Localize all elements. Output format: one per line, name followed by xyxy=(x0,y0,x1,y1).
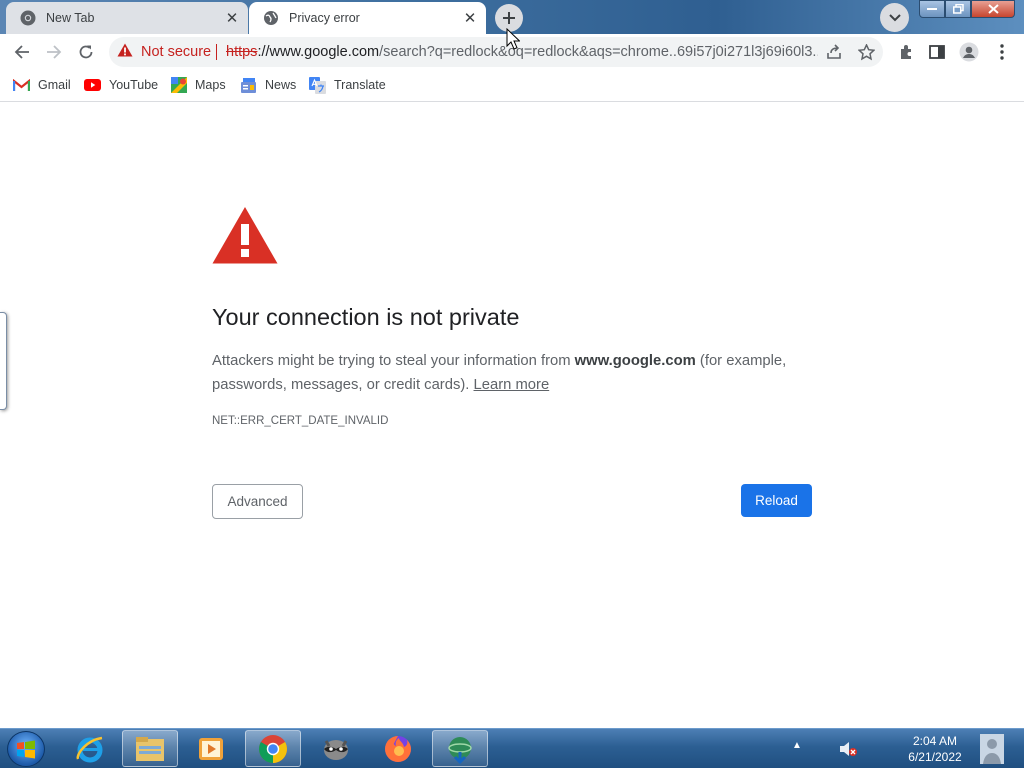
error-description: Attackers might be trying to steal your … xyxy=(212,349,816,397)
minimize-button[interactable] xyxy=(919,0,945,18)
bookmark-label: News xyxy=(265,78,297,92)
taskbar-file-explorer[interactable] xyxy=(122,730,178,767)
mouse-cursor-icon xyxy=(506,28,520,50)
bookmark-label: Gmail xyxy=(38,78,71,92)
menu-kebab-icon[interactable] xyxy=(992,42,1012,62)
gmail-icon xyxy=(13,77,30,93)
news-icon xyxy=(240,77,257,93)
bookmark-youtube[interactable]: YouTube xyxy=(84,76,158,94)
extensions-icon[interactable] xyxy=(896,42,916,62)
security-chip[interactable]: Not secure xyxy=(117,37,211,67)
bookmark-maps[interactable]: Maps xyxy=(170,76,226,94)
windows-logo-icon xyxy=(17,740,35,759)
tab-title: New Tab xyxy=(46,11,95,25)
bookmark-gmail[interactable]: Gmail xyxy=(13,76,71,94)
page-title: Your connection is not private xyxy=(212,304,520,330)
user-tray-button[interactable] xyxy=(974,730,1010,767)
translate-icon xyxy=(309,76,326,94)
bookmark-label: Maps xyxy=(195,78,226,92)
bookmark-label: YouTube xyxy=(109,78,159,92)
learn-more-link[interactable]: Learn more xyxy=(474,377,550,393)
chevron-down-icon xyxy=(888,13,901,21)
tab-new-tab[interactable]: New Tab ✕ xyxy=(6,2,248,34)
file-explorer-icon xyxy=(136,736,164,761)
chrome-icon xyxy=(259,734,287,763)
taskbar-download-manager[interactable] xyxy=(432,730,488,767)
tab-search-button[interactable] xyxy=(880,3,909,32)
windows-taskbar: ▲ 2:04 AM 6/21/2022 xyxy=(0,728,1024,768)
media-player-icon xyxy=(199,737,223,760)
taskbar-media-player[interactable] xyxy=(183,730,239,767)
description-text: Attackers might be trying to steal your … xyxy=(212,353,575,369)
interstitial-page: Your connection is not private Attackers… xyxy=(0,102,1024,728)
maximize-button[interactable] xyxy=(945,0,971,18)
window-controls xyxy=(919,0,1015,20)
internet-explorer-icon xyxy=(76,736,103,762)
error-code: NET::ERR_CERT_DATE_INVALID xyxy=(212,415,389,427)
taskbar-raccoon-app[interactable] xyxy=(308,730,364,767)
download-manager-icon xyxy=(448,736,472,764)
show-hidden-icons-icon[interactable]: ▲ xyxy=(792,740,802,751)
back-button[interactable] xyxy=(8,38,36,66)
bookmarks-bar: Gmail YouTube Maps News Translate xyxy=(0,70,1024,102)
bookmark-news[interactable]: News xyxy=(240,76,296,94)
url-scheme: https xyxy=(226,44,258,60)
url-host: ://www.google.com xyxy=(257,44,380,60)
offscreen-window-edge xyxy=(0,312,7,410)
url-text[interactable]: https://www.google.com/search?q=redlock&… xyxy=(226,37,818,67)
security-label: Not secure xyxy=(141,44,212,60)
restore-icon xyxy=(952,4,964,14)
refresh-icon xyxy=(79,45,93,59)
forward-arrow-icon xyxy=(47,45,62,59)
firefox-icon xyxy=(385,735,411,762)
warning-icon xyxy=(117,43,133,61)
user-silhouette-icon xyxy=(980,733,1004,764)
forward-button[interactable] xyxy=(40,38,68,66)
reload-toolbar-button[interactable] xyxy=(72,38,100,66)
security-separator xyxy=(216,44,217,60)
clock-date: 6/21/2022 xyxy=(908,750,962,764)
close-tab-icon[interactable]: ✕ xyxy=(462,10,478,27)
taskbar-firefox[interactable] xyxy=(370,730,426,767)
tab-privacy-error[interactable]: Privacy error ✕ xyxy=(249,2,486,34)
taskbar-chrome[interactable] xyxy=(245,730,301,767)
volume-muted-icon[interactable] xyxy=(838,739,858,759)
close-icon xyxy=(987,4,999,14)
plus-icon xyxy=(503,12,515,24)
taskbar-internet-explorer[interactable] xyxy=(62,730,118,767)
minimize-icon xyxy=(927,8,937,10)
start-button[interactable] xyxy=(7,731,45,767)
warning-triangle-icon xyxy=(212,207,278,264)
bookmark-translate[interactable]: Translate xyxy=(309,76,386,94)
tab-title: Privacy error xyxy=(289,11,360,25)
globe-icon xyxy=(263,10,279,26)
share-icon[interactable] xyxy=(824,42,844,62)
system-clock[interactable]: 2:04 AM 6/21/2022 xyxy=(900,733,970,765)
reload-button[interactable]: Reload xyxy=(741,484,812,517)
youtube-icon xyxy=(84,77,101,93)
side-panel-icon[interactable] xyxy=(927,42,947,62)
url-path: /search?q=redlock&oq=redlock&aqs=chrome.… xyxy=(379,44,818,60)
close-window-button[interactable] xyxy=(971,0,1015,18)
bookmark-star-icon[interactable] xyxy=(856,42,876,62)
address-bar[interactable]: Not secure https://www.google.com/search… xyxy=(109,37,883,67)
back-arrow-icon xyxy=(14,45,29,59)
description-host: www.google.com xyxy=(574,353,696,369)
profile-avatar-icon[interactable] xyxy=(959,42,979,62)
chrome-icon xyxy=(20,10,36,26)
maps-icon xyxy=(170,77,187,93)
close-tab-icon[interactable]: ✕ xyxy=(224,10,240,27)
bookmark-label: Translate xyxy=(334,78,386,92)
clock-time: 2:04 AM xyxy=(912,734,958,748)
raccoon-app-icon xyxy=(324,739,348,760)
advanced-button[interactable]: Advanced xyxy=(212,484,303,519)
